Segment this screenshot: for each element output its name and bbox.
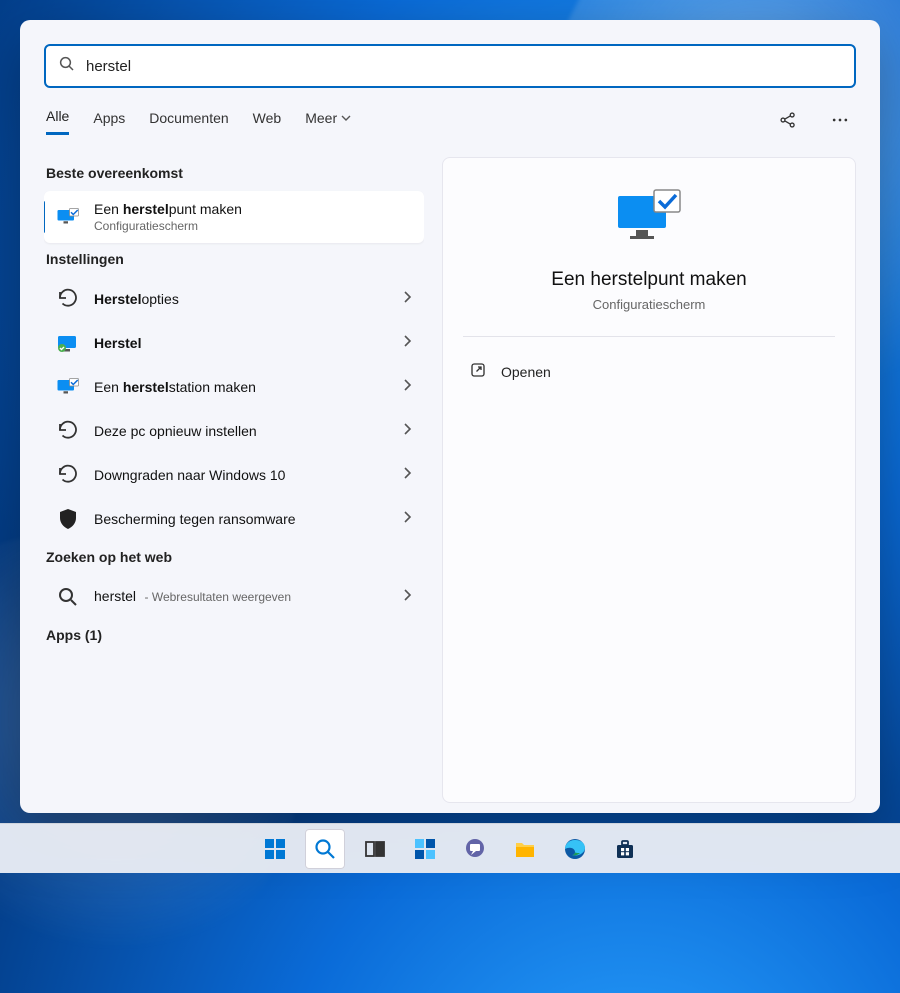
tab-web[interactable]: Web bbox=[253, 110, 282, 134]
settings-result-title: Downgraden naar Windows 10 bbox=[94, 467, 388, 483]
open-label: Openen bbox=[501, 364, 551, 380]
section-web: Zoeken op het web bbox=[46, 549, 424, 565]
settings-result[interactable]: Bescherming tegen ransomware bbox=[44, 497, 424, 541]
monitor-icon bbox=[56, 375, 80, 399]
chevron-right-icon bbox=[402, 422, 412, 441]
open-external-icon bbox=[469, 361, 487, 382]
tab-documents[interactable]: Documenten bbox=[149, 110, 228, 134]
search-input[interactable] bbox=[86, 58, 842, 75]
settings-result[interactable]: Deze pc opnieuw instellen bbox=[44, 409, 424, 453]
tab-apps[interactable]: Apps bbox=[93, 110, 125, 134]
section-best-match: Beste overeenkomst bbox=[46, 165, 424, 181]
web-hint: - Webresultaten weergeven bbox=[144, 590, 291, 604]
best-match-title: Een herstelpunt maken bbox=[94, 201, 412, 217]
recovery-icon bbox=[56, 331, 80, 355]
taskbar bbox=[0, 823, 900, 873]
divider bbox=[463, 336, 835, 337]
best-match-result[interactable]: Een herstelpunt maken Configuratiescherm bbox=[44, 191, 424, 243]
tab-all[interactable]: Alle bbox=[46, 108, 69, 135]
monitor-check-icon bbox=[56, 205, 80, 229]
settings-result[interactable]: Downgraden naar Windows 10 bbox=[44, 453, 424, 497]
settings-result-title: Herstelopties bbox=[94, 291, 388, 307]
start-button[interactable] bbox=[255, 829, 295, 869]
preview-pane: Een herstelpunt maken Configuratiescherm… bbox=[442, 157, 856, 803]
tab-more-label: Meer bbox=[305, 110, 337, 126]
store[interactable] bbox=[605, 829, 645, 869]
section-settings: Instellingen bbox=[46, 251, 424, 267]
chevron-down-icon bbox=[341, 113, 351, 123]
chat[interactable] bbox=[455, 829, 495, 869]
settings-result-title: Bescherming tegen ransomware bbox=[94, 511, 388, 527]
monitor-check-icon bbox=[614, 186, 684, 251]
web-query: herstel bbox=[94, 588, 136, 604]
chevron-right-icon bbox=[402, 466, 412, 485]
search-icon bbox=[56, 585, 80, 609]
chevron-right-icon bbox=[402, 290, 412, 309]
chevron-right-icon bbox=[402, 378, 412, 397]
filter-tabs: Alle Apps Documenten Web Meer bbox=[44, 106, 856, 143]
search-box[interactable] bbox=[44, 44, 856, 88]
taskbar-search[interactable] bbox=[305, 829, 345, 869]
search-icon bbox=[58, 55, 76, 78]
best-match-subtitle: Configuratiescherm bbox=[94, 219, 412, 233]
open-action[interactable]: Openen bbox=[463, 351, 835, 392]
task-view[interactable] bbox=[355, 829, 395, 869]
chevron-right-icon bbox=[402, 588, 412, 607]
settings-result-title: Deze pc opnieuw instellen bbox=[94, 423, 388, 439]
settings-result[interactable]: Een herstelstation maken bbox=[44, 365, 424, 409]
edge[interactable] bbox=[555, 829, 595, 869]
share-icon[interactable] bbox=[774, 106, 802, 137]
settings-result[interactable]: Herstel bbox=[44, 321, 424, 365]
settings-result-title: Een herstelstation maken bbox=[94, 379, 388, 395]
settings-result[interactable]: Herstelopties bbox=[44, 277, 424, 321]
widgets[interactable] bbox=[405, 829, 445, 869]
shield-icon bbox=[56, 507, 80, 531]
restore-icon bbox=[56, 463, 80, 487]
preview-subtitle: Configuratiescherm bbox=[593, 297, 706, 312]
restore-icon bbox=[56, 419, 80, 443]
section-apps-count: Apps (1) bbox=[46, 627, 424, 643]
more-options-icon[interactable] bbox=[826, 106, 854, 137]
results-column: Beste overeenkomst Een herstelpunt maken… bbox=[44, 157, 424, 803]
file-explorer[interactable] bbox=[505, 829, 545, 869]
tab-more[interactable]: Meer bbox=[305, 110, 351, 134]
web-search-result[interactable]: herstel - Webresultaten weergeven bbox=[44, 575, 424, 619]
chevron-right-icon bbox=[402, 334, 412, 353]
restore-icon bbox=[56, 287, 80, 311]
preview-title: Een herstelpunt maken bbox=[551, 269, 746, 291]
chevron-right-icon bbox=[402, 510, 412, 529]
settings-result-title: Herstel bbox=[94, 335, 388, 351]
search-panel: Alle Apps Documenten Web Meer Beste over… bbox=[20, 20, 880, 813]
